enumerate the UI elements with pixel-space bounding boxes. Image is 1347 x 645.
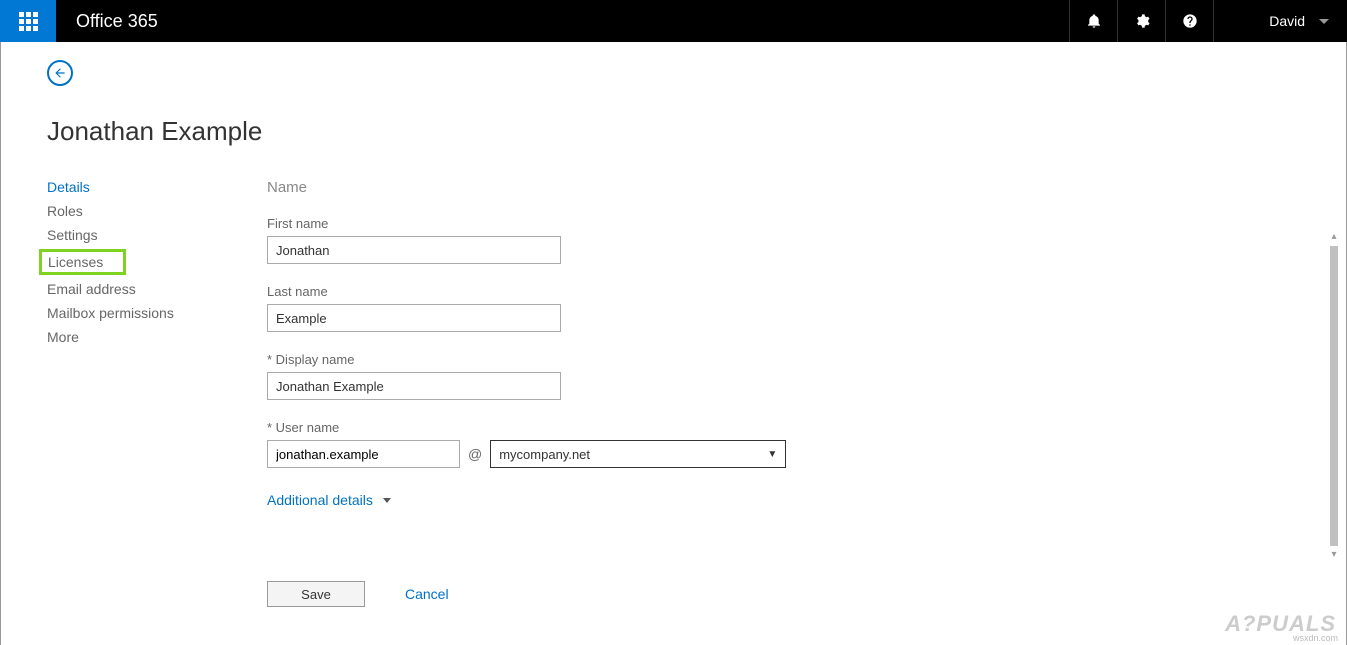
cancel-link[interactable]: Cancel (405, 586, 449, 602)
sidenav-item-mailbox-permissions[interactable]: Mailbox permissions (47, 301, 267, 325)
domain-select[interactable]: mycompany.net ▼ (490, 440, 786, 468)
scroll-down-arrow[interactable]: ▾ (1328, 550, 1340, 560)
page-title: Jonathan Example (47, 116, 1326, 147)
form-area: Name First name Last name * Display name… (267, 175, 1326, 595)
top-bar: Office 365 David (0, 0, 1347, 42)
scrollbar[interactable]: ▴ ▾ (1328, 232, 1340, 592)
app-launcher-button[interactable] (0, 0, 56, 42)
last-name-input[interactable] (267, 304, 561, 332)
user-name-label: David (1269, 13, 1305, 29)
user-menu[interactable]: David (1213, 0, 1347, 42)
arrow-left-icon (53, 66, 67, 80)
sidenav-item-email-address[interactable]: Email address (47, 277, 267, 301)
last-name-label: Last name (267, 284, 1286, 299)
caret-down-icon (383, 498, 391, 503)
display-name-label: * Display name (267, 352, 1286, 367)
watermark-sub: wsxdn.com (1293, 633, 1338, 643)
settings-button[interactable] (1117, 0, 1165, 42)
user-name-label: * User name (267, 420, 1286, 435)
sidenav-item-details[interactable]: Details (47, 175, 267, 199)
display-name-input[interactable] (267, 372, 561, 400)
watermark: A?PUALS (1225, 611, 1336, 637)
at-symbol: @ (468, 446, 482, 462)
side-navigation: Details Roles Settings Licenses Email ad… (47, 175, 267, 595)
save-button[interactable]: Save (267, 581, 365, 607)
title-first-name: Jonathan (47, 116, 154, 146)
bell-icon (1086, 13, 1102, 29)
back-button[interactable] (47, 60, 73, 86)
title-last-name: Example (161, 116, 262, 146)
highlight-box: Licenses (39, 249, 126, 275)
sidenav-item-more[interactable]: More (47, 325, 267, 349)
help-button[interactable] (1165, 0, 1213, 42)
first-name-input[interactable] (267, 236, 561, 264)
form-actions: Save Cancel (267, 581, 449, 607)
user-name-input[interactable] (267, 440, 460, 468)
additional-details-toggle[interactable]: Additional details (267, 492, 391, 508)
notifications-button[interactable] (1069, 0, 1117, 42)
sidenav-item-roles[interactable]: Roles (47, 199, 267, 223)
chevron-down-icon (1319, 19, 1329, 24)
topbar-actions: David (1069, 0, 1347, 42)
additional-details-label: Additional details (267, 492, 373, 508)
scroll-up-arrow[interactable]: ▴ (1328, 232, 1340, 242)
waffle-icon (19, 12, 38, 31)
gear-icon (1134, 13, 1150, 29)
first-name-label: First name (267, 216, 1286, 231)
chevron-down-icon: ▼ (767, 449, 777, 460)
brand-title: Office 365 (56, 11, 1069, 32)
content-frame: Jonathan Example Details Roles Settings … (0, 42, 1347, 645)
question-icon (1182, 13, 1198, 29)
sidenav-item-licenses[interactable]: Licenses (48, 254, 103, 270)
scroll-thumb[interactable] (1330, 246, 1338, 546)
domain-select-value: mycompany.net (499, 447, 590, 462)
section-heading-name: Name (267, 179, 1286, 196)
sidenav-item-settings[interactable]: Settings (47, 223, 267, 247)
